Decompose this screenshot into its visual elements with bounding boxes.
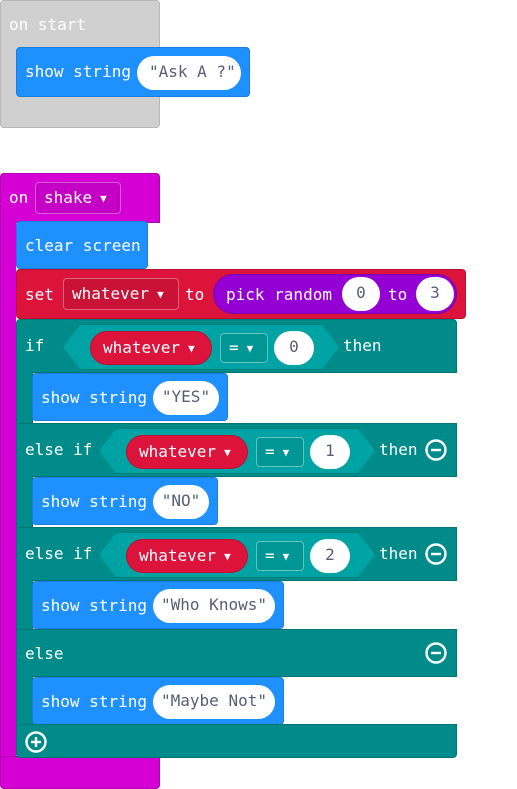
variable-name: whatever [72,284,150,303]
gesture-dropdown[interactable]: shake ▼ [35,182,121,214]
variable-name: whatever [139,442,217,461]
then-label: then [379,440,418,459]
show-string-label: show string [41,692,147,711]
chevron-down-icon: ▼ [246,342,254,355]
else-if-label: else if [25,440,93,459]
if-rail [16,372,33,424]
then-label: then [343,336,382,355]
show-string-yes-block[interactable]: show string "YES" [32,373,228,421]
compare-value-input-else-if-1[interactable]: 1 [310,435,350,469]
pick-random-label: pick random [226,285,332,304]
remove-circle-icon[interactable] [425,439,447,461]
show-string-label: show string [41,596,147,615]
else-if-block-2[interactable]: else if whatever ▼ = ▼ 2 then [16,527,457,581]
if-block-footer [16,724,457,758]
string-input-no[interactable]: "NO" [153,485,209,519]
show-string-label: show string [41,492,147,511]
add-circle-icon[interactable] [25,731,47,753]
variable-dropdown-if[interactable]: whatever ▼ [90,331,212,365]
set-variable-block[interactable]: set whatever ▼ to pick random 0 to 3 [16,269,466,319]
if-block[interactable]: if whatever ▼ = ▼ 0 then [16,319,457,373]
if-label: if [25,336,45,355]
compare-block-else-if-1[interactable]: whatever ▼ = ▼ 1 [99,428,375,474]
operator-value: = [265,546,275,565]
chevron-down-icon: ▼ [282,550,290,563]
chevron-down-icon: ▼ [188,342,195,355]
operator-dropdown-if[interactable]: = ▼ [220,333,268,363]
operator-value: = [229,338,239,357]
on-shake-rail [0,222,16,760]
variable-name: whatever [139,546,217,565]
to-label: to [185,285,205,304]
variable-dropdown-else-if-1[interactable]: whatever ▼ [126,435,248,469]
then-label: then [379,544,418,563]
string-input-who-knows[interactable]: "Who Knows" [153,589,275,623]
variable-name: whatever [103,338,181,357]
else-if-block-1[interactable]: else if whatever ▼ = ▼ 1 then [16,423,457,477]
else-if-rail-2 [16,580,33,632]
clear-screen-block[interactable]: clear screen [16,221,148,269]
show-string-label: show string [25,62,131,81]
string-input-maybe-not[interactable]: "Maybe Not" [153,685,275,719]
operator-dropdown-else-if-1[interactable]: = ▼ [256,437,304,467]
show-string-no-block[interactable]: show string "NO" [32,477,218,525]
compare-value-input-if[interactable]: 0 [274,331,314,365]
compare-block-else-if-2[interactable]: whatever ▼ = ▼ 2 [99,532,375,578]
variable-dropdown-set[interactable]: whatever ▼ [63,278,179,310]
operator-value: = [265,442,275,461]
chevron-down-icon: ▼ [282,446,290,459]
on-shake-bottom [0,756,160,789]
show-string-ask-block[interactable]: show string "Ask A ?" [16,47,250,97]
clear-screen-label: clear screen [25,236,141,255]
pick-random-block[interactable]: pick random 0 to 3 [213,274,457,314]
compare-value-input-else-if-2[interactable]: 2 [310,539,350,573]
remove-circle-icon[interactable] [425,642,447,664]
string-input-yes[interactable]: "YES" [153,381,219,415]
else-rail [16,676,33,726]
chevron-down-icon: ▼ [157,288,164,301]
variable-dropdown-else-if-2[interactable]: whatever ▼ [126,539,248,573]
string-input-ask[interactable]: "Ask A ?" [137,56,241,90]
else-if-rail-1 [16,476,33,528]
else-if-label: else if [25,544,93,563]
operator-dropdown-else-if-2[interactable]: = ▼ [256,541,304,571]
show-string-who-knows-block[interactable]: show string "Who Knows" [32,581,284,629]
chevron-down-icon: ▼ [224,446,231,459]
on-start-label: on start [9,15,87,34]
gesture-value: shake [44,188,93,207]
chevron-down-icon: ▼ [224,550,231,563]
else-block[interactable]: else [16,629,457,677]
chevron-down-icon: ▼ [100,192,107,205]
else-label: else [25,644,64,663]
show-string-maybe-not-block[interactable]: show string "Maybe Not" [32,677,284,725]
random-to-label: to [388,285,408,304]
remove-circle-icon[interactable] [425,543,447,565]
set-label: set [25,285,54,304]
compare-block-if[interactable]: whatever ▼ = ▼ 0 [63,324,339,370]
show-string-label: show string [41,388,147,407]
on-label: on [9,188,29,207]
on-shake-block[interactable]: on shake ▼ [0,173,160,223]
random-max-input[interactable]: 3 [416,277,454,311]
random-min-input[interactable]: 0 [342,277,380,311]
